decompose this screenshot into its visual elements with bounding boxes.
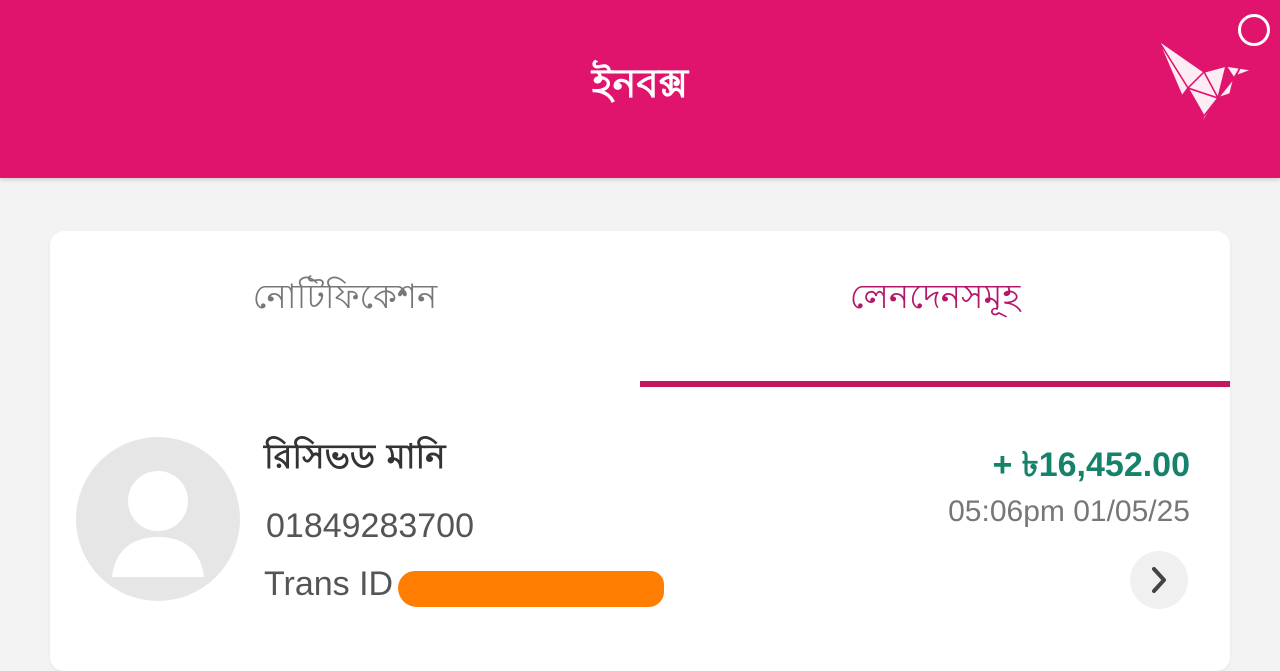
sender-number: 01849283700 bbox=[266, 507, 475, 545]
transaction-amount: + ৳16,452.00 bbox=[992, 446, 1191, 484]
transaction-type: রিসিভড মানি bbox=[264, 437, 446, 477]
user-placeholder-icon bbox=[76, 437, 240, 601]
active-tab-indicator bbox=[640, 381, 1230, 387]
transaction-details-button[interactable] bbox=[1130, 551, 1188, 609]
app-header: ইনবক্স bbox=[0, 0, 1280, 178]
origami-bird-icon bbox=[1157, 39, 1253, 133]
page-title: ইনবক্স bbox=[591, 61, 689, 107]
transaction-id-label: Trans ID bbox=[264, 565, 394, 603]
tab-transactions[interactable]: লেনদেনসমূহ bbox=[640, 271, 1230, 383]
inbox-card: নোটিফিকেশন লেনদেনসমূহ রিসিভড মানি 018492… bbox=[50, 231, 1230, 671]
redaction-mark bbox=[398, 571, 664, 607]
circle-icon bbox=[1238, 14, 1270, 46]
tab-notifications[interactable]: নোটিফিকেশন bbox=[50, 271, 640, 383]
chevron-right-icon bbox=[1152, 567, 1166, 593]
transaction-datetime: 05:06pm 01/05/25 bbox=[948, 495, 1190, 528]
